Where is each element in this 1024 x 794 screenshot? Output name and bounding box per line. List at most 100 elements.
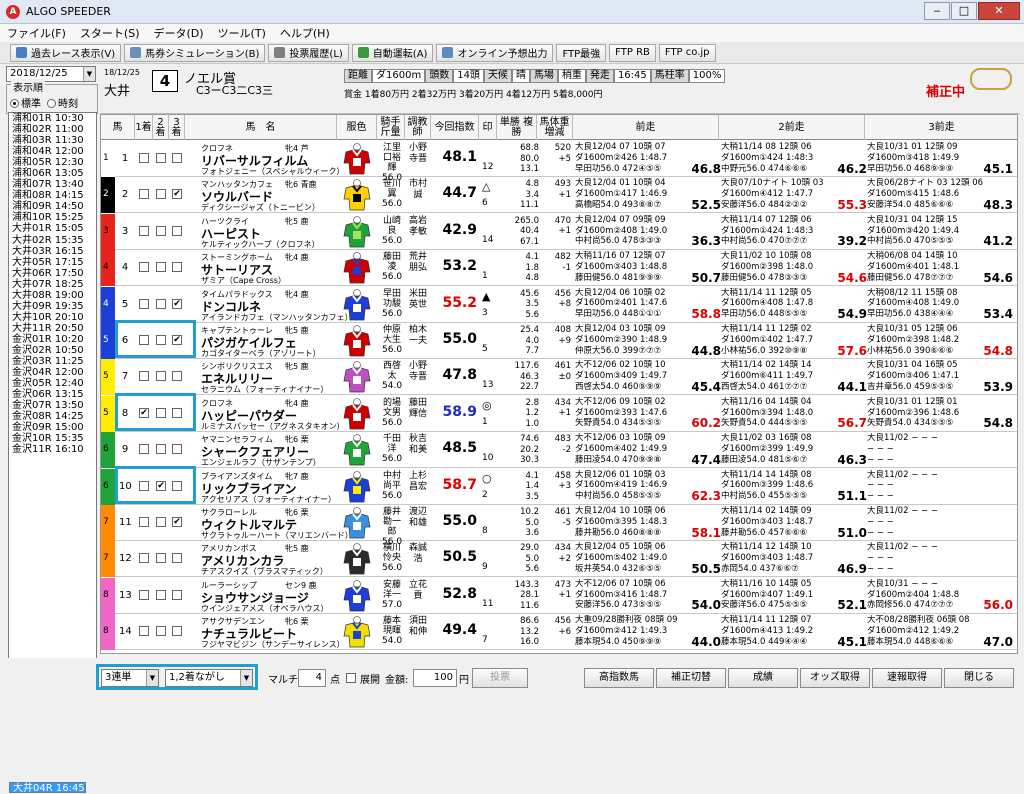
- place-c3-checkbox[interactable]: [172, 444, 182, 455]
- place-c1-checkbox[interactable]: [139, 298, 149, 309]
- race-list-item[interactable]: 大井09R 19:35: [9, 301, 96, 312]
- previous-race-cell[interactable]: 大良10/31 05 12頭 06 ダ1600m②398 1:48.2 小林祐56.…: [867, 324, 1013, 356]
- race-list-item[interactable]: 浦和05R 12:30: [9, 157, 96, 168]
- place-c3-checkbox[interactable]: [172, 553, 182, 564]
- race-list-item[interactable]: 大井02R 15:35: [9, 235, 96, 246]
- place-c2-checkbox[interactable]: [156, 371, 166, 382]
- place-c2-checkbox[interactable]: [156, 298, 166, 309]
- place-c1-checkbox[interactable]: [139, 626, 149, 637]
- previous-race-cell[interactable]: 大良12/04 05 10頭 06 ダ1600m⑤402 1:49.0 坂井英54.…: [575, 542, 721, 574]
- race-list-item[interactable]: 金沢06R 13:15: [9, 389, 96, 400]
- place-c2-checkbox[interactable]: [156, 444, 166, 455]
- previous-race-cell[interactable]: 大良06/28ナイト 03 12頭 06 ダ1600m⑤415 1:48.6 安藤洋…: [867, 178, 1013, 210]
- place-c3-checkbox[interactable]: ✔: [172, 189, 182, 200]
- race-list-item[interactable]: 浦和02R 11:00: [9, 124, 96, 135]
- dropdown-arrow-icon[interactable]: ▼: [240, 670, 252, 686]
- toolbar-button-7[interactable]: FTP co.jp: [658, 43, 716, 62]
- dropdown-arrow-icon[interactable]: ▼: [83, 67, 95, 81]
- race-list-item[interactable]: 金沢02R 10:50: [9, 345, 96, 356]
- results-button[interactable]: 成績: [728, 668, 798, 688]
- previous-race-cell[interactable]: 大重09/28勝利夜 08頭 09 ダ1600m②412 1:49.3 藤本現54.…: [575, 615, 721, 647]
- place-c3-checkbox[interactable]: [172, 225, 182, 236]
- previous-race-cell[interactable]: 大良12/04 07 10頭 07 ダ1600m②426 1:48.7 早田功56.…: [575, 142, 721, 174]
- menu-data[interactable]: データ(D): [147, 25, 211, 41]
- race-list-item[interactable]: 金沢09R 15:00: [9, 422, 96, 433]
- place-c2-checkbox[interactable]: [156, 517, 166, 527]
- race-list-item[interactable]: 金沢05R 12:40: [9, 378, 96, 389]
- menu-help[interactable]: ヘルプ(H): [273, 25, 337, 41]
- race-list-item[interactable]: 金沢04R 12:00: [9, 367, 96, 378]
- previous-race-cell[interactable]: 大良11/02 − − − − − − − − −: [867, 470, 1013, 502]
- place-c3-checkbox[interactable]: [172, 153, 182, 163]
- previous-race-cell[interactable]: 大稍06/08 04 14頭 10 ダ1600m④401 1:48.1 藤田健56.…: [867, 251, 1013, 283]
- race-list-item[interactable]: 金沢10R 15:35: [9, 433, 96, 444]
- race-list-item[interactable]: 浦和06R 13:05: [9, 168, 96, 179]
- order-standard-radio[interactable]: 標準: [10, 95, 41, 110]
- previous-race-cell[interactable]: 大稍11/14 02 14頭 14 ダ1600m⑥411 1:49.7 西啓太54.…: [721, 360, 867, 392]
- race-list-item[interactable]: 大井01R 15:05: [9, 223, 96, 234]
- race-list-item[interactable]: 浦和08R 14:15: [9, 190, 96, 201]
- place-c1-checkbox[interactable]: [139, 589, 149, 600]
- race-list-item[interactable]: 大井06R 17:50: [9, 268, 96, 279]
- get-flash-button[interactable]: 速報取得: [872, 668, 942, 688]
- previous-race-cell[interactable]: 大稍11/14 08 12頭 06 ダ1600m①424 1:48:3 中野元56.…: [721, 142, 867, 174]
- previous-race-cell[interactable]: 大良10/31 − − − ダ1600m②404 1:48.8 赤岡修56.0 47…: [867, 579, 1013, 611]
- previous-race-cell[interactable]: 大良11/02 − − − − − − − − −: [867, 542, 1013, 574]
- previous-race-cell[interactable]: 大良11/02 03 16頭 08 ダ1600m②399 1:49.9 藤田凌54.…: [721, 433, 867, 465]
- amount-input[interactable]: 100: [413, 669, 457, 687]
- minimize-button[interactable]: ‒: [924, 2, 950, 20]
- race-list-item[interactable]: 大井11R 20:50: [9, 323, 96, 334]
- get-odds-button[interactable]: オッズ取得: [800, 668, 870, 688]
- race-list-item[interactable]: 大井04R 16:45: [9, 782, 86, 794]
- previous-race-cell[interactable]: 大良11/02 10 10頭 08 ダ1600m②398 1:48.0 藤田健56.…: [721, 251, 867, 283]
- place-c3-checkbox[interactable]: [172, 589, 182, 600]
- previous-race-cell[interactable]: 大良10/31 01 12頭 01 ダ1600m②396 1:48.6 矢野貴54.…: [867, 397, 1013, 429]
- race-list-item[interactable]: 大井05R 17:15: [9, 257, 96, 268]
- place-c1-checkbox[interactable]: [139, 371, 149, 382]
- previous-race-cell[interactable]: 大稍11/16 07 12頭 07 ダ1600m③403 1:48.8 藤田健56.…: [575, 251, 721, 283]
- previous-race-cell[interactable]: 大良12/06 01 10頭 03 ダ1600m④419 1:46.9 中村尚56.…: [575, 470, 721, 502]
- toolbar-button-1[interactable]: 馬券シミュレーション(B): [124, 43, 266, 62]
- place-c2-checkbox[interactable]: [156, 225, 166, 236]
- previous-race-cell[interactable]: 大稍11/16 04 14頭 04 ダ1600m③394 1:48.0 矢野貴54.…: [721, 397, 867, 429]
- close-button[interactable]: ✕: [978, 2, 1020, 20]
- toolbar-button-0[interactable]: 過去レース表示(V): [10, 43, 122, 62]
- toolbar-button-6[interactable]: FTP RB: [609, 43, 656, 62]
- race-list-item[interactable]: 大井07R 18:25: [9, 279, 96, 290]
- previous-race-cell[interactable]: 大不12/06 02 10頭 10 ダ1600m③409 1:49.7 西啓太54.…: [575, 360, 721, 392]
- race-list-item[interactable]: 浦和10R 15:25: [9, 212, 96, 223]
- place-c3-checkbox[interactable]: [172, 626, 182, 637]
- race-list-item[interactable]: 大井03R 16:15: [9, 246, 96, 257]
- place-c3-checkbox[interactable]: ✔: [172, 517, 182, 527]
- place-c1-checkbox[interactable]: [139, 225, 149, 236]
- place-c1-checkbox[interactable]: [139, 262, 149, 273]
- bet-mode-select[interactable]: 1,2着ながし ▼: [165, 669, 253, 687]
- place-c2-checkbox[interactable]: [156, 262, 166, 273]
- previous-race-cell[interactable]: 大良12/04 07 09頭 09 ダ1600m②408 1:49.0 中村尚56.…: [575, 215, 721, 247]
- place-c3-checkbox[interactable]: [172, 262, 182, 273]
- dropdown-arrow-icon[interactable]: ▼: [146, 670, 158, 686]
- previous-race-cell[interactable]: 大良11/02 − − − − − − − − −: [867, 506, 1013, 538]
- place-c2-checkbox[interactable]: [156, 626, 166, 637]
- race-list-item[interactable]: 大井08R 19:00: [9, 290, 96, 301]
- previous-race-cell[interactable]: 大稍11/14 07 12頭 06 ダ1600m①424 1:48:3 中村尚56.…: [721, 215, 867, 247]
- bet-type-select[interactable]: 3連単 ▼: [101, 669, 159, 687]
- previous-race-cell[interactable]: 大稍11/14 12 14頭 10 ダ1600m③403 1:48.7 赤岡54.0…: [721, 542, 867, 574]
- previous-race-cell[interactable]: 大稍11/14 11 12頭 07 ダ1600m④413 1:49.2 藤本現54.…: [721, 615, 867, 647]
- previous-race-cell[interactable]: 大不12/06 07 10頭 06 ダ1600m③416 1:48.7 安藤洋56.…: [575, 579, 721, 611]
- previous-race-cell[interactable]: 大良11/02 − − − − − − − − −: [867, 433, 1013, 465]
- order-time-radio[interactable]: 時刻: [47, 95, 78, 110]
- place-c1-checkbox[interactable]: [139, 517, 149, 527]
- race-list-item[interactable]: 浦和04R 12:00: [9, 146, 96, 157]
- place-c3-checkbox[interactable]: ✔: [172, 298, 182, 309]
- toolbar-button-3[interactable]: 自動運転(A): [351, 43, 434, 62]
- race-list-item[interactable]: 金沢01R 10:20: [9, 334, 96, 345]
- race-list-item[interactable]: 浦和01R 10:30: [9, 113, 96, 124]
- place-c2-checkbox[interactable]: [156, 189, 166, 200]
- previous-race-cell[interactable]: 大稍11/14 11 12頭 05 ダ1600m④408 1:47.8 早田功56.…: [721, 288, 867, 320]
- toolbar-button-2[interactable]: 投票履歴(L): [268, 43, 349, 62]
- race-list-item[interactable]: 浦和03R 11:30: [9, 135, 96, 146]
- previous-race-cell[interactable]: 大稍11/14 02 14頭 09 ダ1600m③403 1:48.7 藤井勘56.…: [721, 506, 867, 538]
- close-dialog-button[interactable]: 閉じる: [944, 668, 1014, 688]
- menu-tools[interactable]: ツール(T): [211, 25, 273, 41]
